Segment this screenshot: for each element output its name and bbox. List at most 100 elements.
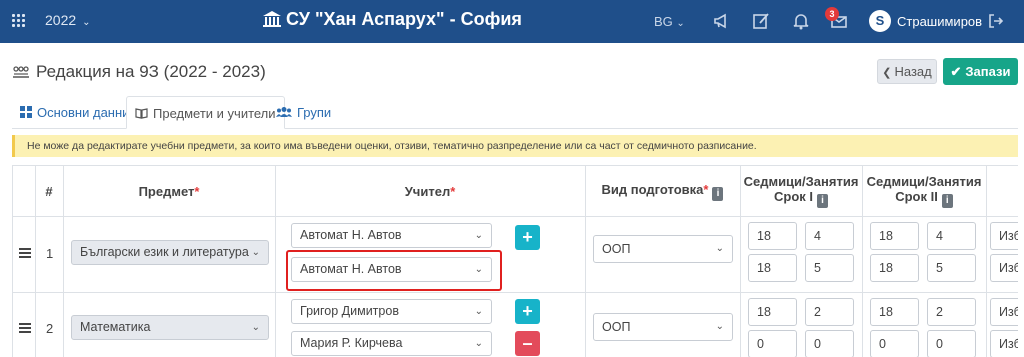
term1-weeks-input[interactable]: 18 (748, 222, 797, 250)
teacher-select[interactable]: Мария Р. Кирчева ⌄ (291, 331, 492, 356)
teacher-value: Мария Р. Кирчева (300, 336, 403, 350)
bell-icon[interactable] (791, 11, 811, 31)
school-building-icon (263, 11, 281, 27)
header-term1-line1: Седмици/Занятия (743, 174, 859, 189)
info-icon[interactable]: i (941, 194, 953, 208)
term1-weeks-input[interactable]: 0 (748, 330, 797, 357)
teacher-select[interactable]: Григор Димитров ⌄ (291, 299, 492, 324)
header-term2-line2: Срок II (895, 189, 938, 204)
chevron-down-icon: ⌄ (715, 321, 724, 332)
teacher-value: Автомат Н. Автов (300, 228, 402, 242)
language-selector[interactable]: BG ⌄ (654, 14, 685, 29)
megaphone-icon[interactable] (712, 11, 732, 31)
drag-handle-icon[interactable] (19, 248, 31, 258)
term1-classes-input[interactable]: 0 (805, 330, 854, 357)
school-title: СУ "Хан Аспарух" - София (262, 9, 522, 30)
header-subject: Предмет* (63, 184, 275, 199)
classroom-icon (13, 66, 29, 78)
school-name: СУ "Хан Аспарух" - София (286, 9, 522, 29)
chevron-down-icon: ⌄ (474, 230, 483, 241)
term2-weeks-input[interactable]: 18 (870, 254, 919, 282)
edit-icon[interactable] (751, 11, 771, 31)
save-button[interactable]: ✔ Запази (943, 58, 1018, 85)
chevron-down-icon: ⌄ (474, 338, 483, 349)
table-icon (20, 106, 32, 118)
term1-classes-input[interactable]: 4 (805, 222, 854, 250)
info-icon[interactable]: i (712, 187, 724, 201)
elective-select[interactable]: Изб (990, 254, 1018, 282)
subject-select[interactable]: Български език и литература ⌄ (71, 240, 269, 265)
header-prep-type: Вид подготовка* i (585, 182, 740, 201)
tab-label: Основни данни (37, 105, 130, 120)
teacher-value: Григор Димитров (300, 304, 399, 318)
warning-alert: Не може да редактирате учебни предмети, … (12, 135, 1018, 157)
header-term1: Седмици/Занятия Срок I i (740, 174, 862, 208)
term1-classes-input[interactable]: 2 (805, 298, 854, 326)
back-button-label: Назад (894, 64, 932, 79)
logout-icon[interactable] (988, 13, 1004, 29)
page-title-text: Редакция на 9З (2022 - 2023) (36, 62, 266, 81)
elective-select[interactable]: Изб (990, 298, 1018, 326)
prep-type-select[interactable]: ООП ⌄ (593, 313, 733, 341)
chevron-down-icon: ⌄ (474, 306, 483, 317)
header-term1-line2: Срок I (774, 189, 813, 204)
term2-classes-input[interactable]: 0 (927, 330, 976, 357)
drag-handle-icon[interactable] (19, 323, 31, 333)
chevron-left-icon: ❮ (882, 67, 892, 79)
header-term2-line1: Седмици/Занятия (866, 174, 982, 189)
subjects-table: # Предмет* Учител* Вид подготовка* i Седм… (12, 165, 1018, 357)
add-teacher-button[interactable]: + (515, 299, 540, 324)
term2-weeks-input[interactable]: 0 (870, 330, 919, 357)
tab-basic-data[interactable]: Основни данни (12, 96, 137, 129)
user-name[interactable]: Страшимиров (897, 14, 982, 29)
page-title: Редакция на 9З (2022 - 2023) (12, 62, 266, 82)
term1-classes-input[interactable]: 5 (805, 254, 854, 282)
required-mark: * (450, 184, 456, 199)
info-icon[interactable]: i (817, 194, 828, 208)
subject-select[interactable]: Математика ⌄ (71, 315, 269, 340)
apps-grid-icon[interactable] (12, 14, 26, 28)
language-label: BG (654, 14, 673, 29)
row-number: 2 (46, 321, 54, 336)
highlight-box (286, 250, 502, 291)
chevron-down-icon: ⌄ (715, 243, 724, 254)
header-prep-label: Вид подготовка (601, 182, 704, 197)
term1-weeks-input[interactable]: 18 (748, 254, 797, 282)
tab-groups[interactable]: Групи (268, 96, 339, 129)
term2-classes-input[interactable]: 4 (927, 222, 976, 250)
subject-value: Математика (80, 320, 151, 334)
year-selector[interactable]: 2022 ⌄ (45, 12, 91, 28)
elective-select[interactable]: Изб (990, 222, 1018, 250)
header-teacher-label: Учител (404, 184, 451, 199)
users-icon (276, 107, 292, 117)
teacher-select[interactable]: Автомат Н. Автов ⌄ (291, 223, 492, 248)
avatar[interactable]: S (869, 10, 891, 32)
term2-weeks-input[interactable]: 18 (870, 222, 919, 250)
check-icon: ✔ (950, 64, 962, 79)
prep-type-select[interactable]: ООП ⌄ (593, 235, 733, 263)
top-navbar: 2022 ⌄ СУ "Хан Аспарух" - София BG ⌄ 3 S … (0, 0, 1024, 43)
term1-weeks-input[interactable]: 18 (748, 298, 797, 326)
term2-classes-input[interactable]: 5 (927, 254, 976, 282)
tab-subjects-teachers[interactable]: Предмети и учители (126, 96, 285, 129)
subject-value: Български език и литература (80, 245, 249, 259)
header-subject-label: Предмет (138, 184, 195, 199)
book-icon (135, 108, 148, 119)
prep-type-value: ООП (602, 242, 631, 256)
save-button-label: Запази (965, 64, 1011, 79)
term2-classes-input[interactable]: 2 (927, 298, 976, 326)
add-teacher-button[interactable]: + (515, 225, 540, 250)
back-button[interactable]: ❮ Назад (877, 59, 937, 84)
notification-badge: 3 (825, 7, 839, 21)
required-mark: * (703, 182, 709, 197)
tab-label: Групи (297, 105, 332, 120)
tab-bar: Основни данни Предмети и учители Групи (12, 96, 1018, 129)
required-mark: * (194, 184, 200, 199)
chevron-down-icon: ⌄ (251, 322, 260, 333)
prep-type-value: ООП (602, 320, 631, 334)
elective-select[interactable]: Изб (990, 330, 1018, 357)
chevron-down-icon: ⌄ (251, 247, 260, 258)
chevron-down-icon: ⌄ (82, 17, 91, 28)
remove-teacher-button[interactable]: – (515, 331, 540, 356)
term2-weeks-input[interactable]: 18 (870, 298, 919, 326)
